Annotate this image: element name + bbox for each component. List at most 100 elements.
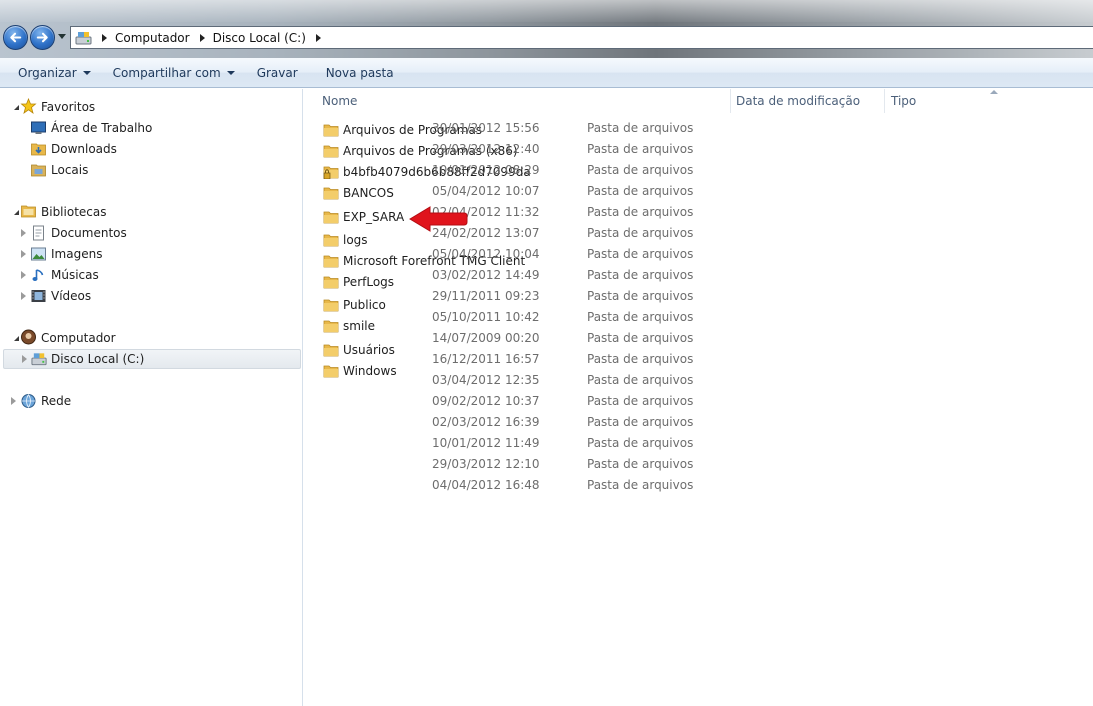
file-type: Pasta de arquivos — [587, 394, 694, 408]
column-divider[interactable] — [884, 89, 885, 113]
back-button[interactable] — [3, 25, 28, 50]
expander-closed-icon[interactable] — [21, 292, 26, 300]
file-detail-row[interactable]: 05/04/2012 10:07 Pasta de arquivos — [304, 182, 704, 203]
column-header-type[interactable]: Tipo — [891, 94, 916, 108]
drive-icon — [31, 353, 47, 366]
file-type: Pasta de arquivos — [587, 247, 694, 261]
expander-closed-icon[interactable] — [21, 229, 26, 237]
file-modified-date: 03/02/2012 14:49 — [432, 268, 540, 282]
nav-item-downloads[interactable]: Downloads — [0, 139, 302, 159]
file-type: Pasta de arquivos — [587, 226, 694, 240]
file-modified-date: 29/11/2011 09:23 — [432, 289, 540, 303]
chevron-right-icon — [199, 33, 205, 42]
file-modified-date: 10/01/2012 11:49 — [432, 436, 540, 450]
nav-item-music[interactable]: Músicas — [0, 265, 302, 285]
file-modified-date: 05/04/2012 10:07 — [432, 184, 540, 198]
file-type: Pasta de arquivos — [587, 163, 694, 177]
images-icon — [31, 247, 46, 261]
file-detail-row[interactable]: 29/03/2012 12:10 Pasta de arquivos — [304, 455, 704, 476]
expander-open-icon[interactable] — [9, 336, 19, 341]
expander-open-icon[interactable] — [9, 210, 19, 215]
file-detail-row[interactable]: 29/11/2011 09:23 Pasta de arquivos — [304, 287, 704, 308]
burn-button[interactable]: Gravar — [248, 61, 307, 85]
expander-closed-icon[interactable] — [21, 250, 26, 258]
globe-icon — [21, 394, 36, 408]
file-detail-row[interactable]: 05/10/2011 10:42 Pasta de arquivos — [304, 308, 704, 329]
nav-item-videos[interactable]: Vídeos — [0, 286, 302, 306]
address-crumb-label: Disco Local (C:) — [212, 30, 306, 45]
expander-closed-icon[interactable] — [22, 355, 27, 363]
red-arrow-annotation — [409, 206, 468, 232]
file-detail-row[interactable]: 10/01/2012 11:49 Pasta de arquivos — [304, 434, 704, 455]
file-modified-date: 14/07/2009 00:20 — [432, 331, 540, 345]
sort-indicator-icon — [990, 90, 998, 94]
file-type: Pasta de arquivos — [587, 478, 694, 492]
file-type: Pasta de arquivos — [587, 289, 694, 303]
nav-item-local-disk[interactable]: Disco Local (C:) — [3, 349, 301, 369]
libraries-icon — [21, 205, 36, 218]
file-detail-row[interactable]: 03/02/2012 14:49 Pasta de arquivos — [304, 266, 704, 287]
file-detail-row[interactable]: 03/04/2012 12:35 Pasta de arquivos — [304, 371, 704, 392]
file-detail-row[interactable]: 14/07/2009 00:20 Pasta de arquivos — [304, 329, 704, 350]
documents-icon — [33, 225, 44, 241]
computer-icon — [21, 329, 36, 345]
nav-item-label: Músicas — [51, 268, 99, 282]
drive-icon — [75, 31, 92, 44]
nav-item-desktop[interactable]: Área de Trabalho — [0, 118, 302, 138]
address-crumb-label: Computador — [115, 30, 190, 45]
nav-item-network[interactable]: Rede — [0, 391, 302, 411]
column-header-name[interactable]: Nome — [322, 94, 357, 108]
film-icon — [31, 290, 46, 302]
file-modified-date: 16/12/2011 16:57 — [432, 352, 540, 366]
file-detail-row[interactable]: 10/01/2012 08:29 Pasta de arquivos — [304, 161, 704, 182]
nav-item-label: Computador — [41, 331, 116, 345]
nav-item-label: Favoritos — [41, 100, 96, 114]
file-detail-row[interactable]: 24/02/2012 13:07 Pasta de arquivos — [304, 224, 704, 245]
column-header-row: Nome Data de modificação Tipo — [304, 89, 1093, 113]
recent-pages-dropdown[interactable] — [58, 34, 66, 39]
nav-item-images[interactable]: Imagens — [0, 244, 302, 264]
downloads-folder-icon — [31, 143, 46, 156]
file-detail-row[interactable]: 30/01/2012 15:56 Pasta de arquivos — [304, 119, 704, 140]
file-type: Pasta de arquivos — [587, 331, 694, 345]
forward-arrow-icon — [36, 32, 48, 43]
file-modified-date: 30/01/2012 15:56 — [432, 121, 540, 135]
nav-item-favorites[interactable]: Favoritos — [0, 97, 302, 117]
file-detail-row[interactable]: 02/03/2012 16:39 Pasta de arquivos — [304, 413, 704, 434]
column-header-modified[interactable]: Data de modificação — [736, 94, 860, 108]
nav-item-documents[interactable]: Documentos — [0, 223, 302, 243]
file-modified-date: 05/04/2012 10:04 — [432, 247, 540, 261]
nav-item-places[interactable]: Locais — [0, 160, 302, 180]
file-detail-row[interactable]: 04/04/2012 16:48 Pasta de arquivos — [304, 476, 704, 497]
file-detail-row[interactable]: 05/04/2012 10:04 Pasta de arquivos — [304, 245, 704, 266]
share-with-button[interactable]: Compartilhar com — [104, 61, 244, 85]
nav-item-computer[interactable]: Computador — [0, 328, 302, 348]
share-with-label: Compartilhar com — [112, 65, 221, 80]
file-detail-row[interactable]: 09/02/2012 10:37 Pasta de arquivos — [304, 392, 704, 413]
file-modified-date: 03/04/2012 12:35 — [432, 373, 540, 387]
nav-item-label: Rede — [41, 394, 72, 408]
star-icon — [20, 98, 37, 114]
file-detail-row[interactable]: 29/03/2012 12:40 Pasta de arquivos — [304, 140, 704, 161]
expander-open-icon[interactable] — [9, 105, 19, 110]
file-type: Pasta de arquivos — [587, 457, 694, 471]
file-modified-date: 05/10/2011 10:42 — [432, 310, 540, 324]
file-type: Pasta de arquivos — [587, 352, 694, 366]
address-crumb-local-disk[interactable]: Disco Local (C:) — [213, 27, 329, 48]
file-detail-row[interactable]: 02/04/2012 11:32 Pasta de arquivos — [304, 203, 704, 224]
new-folder-button[interactable]: Nova pasta — [317, 61, 403, 85]
file-detail-row[interactable]: 16/12/2011 16:57 Pasta de arquivos — [304, 350, 704, 371]
forward-button[interactable] — [30, 25, 55, 50]
column-divider[interactable] — [730, 89, 731, 113]
nav-item-libraries[interactable]: Bibliotecas — [0, 202, 302, 222]
expander-closed-icon[interactable] — [11, 397, 16, 405]
desktop-icon — [31, 121, 46, 134]
address-crumb-computer[interactable]: Computador — [115, 27, 213, 48]
address-bar[interactable]: Computador Disco Local (C:) — [70, 26, 1093, 49]
expander-closed-icon[interactable] — [21, 271, 26, 279]
address-crumb-separator[interactable] — [99, 27, 115, 48]
places-folder-icon — [31, 164, 46, 177]
file-type: Pasta de arquivos — [587, 184, 694, 198]
organize-button[interactable]: Organizar — [9, 61, 100, 85]
chevron-down-icon — [226, 70, 235, 75]
